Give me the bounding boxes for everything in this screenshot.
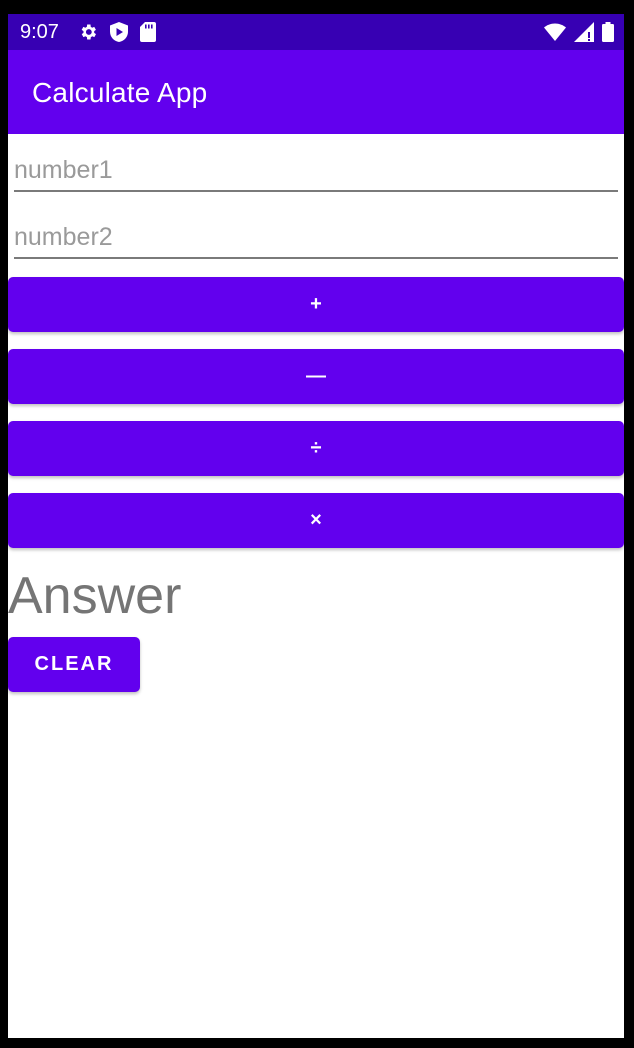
status-time: 9:07 xyxy=(20,21,59,43)
number1-input[interactable] xyxy=(14,150,618,192)
cellular-signal-icon xyxy=(574,22,594,42)
battery-icon xyxy=(602,22,614,42)
multiply-button[interactable]: × xyxy=(8,493,624,548)
app-bar: Calculate App xyxy=(8,50,624,134)
divide-button-label: ÷ xyxy=(310,437,322,459)
sd-card-icon xyxy=(140,22,156,42)
clear-button-label: CLEAR xyxy=(34,653,114,675)
add-button-label: + xyxy=(310,293,322,315)
gear-icon xyxy=(78,22,98,42)
shield-play-icon xyxy=(110,22,128,42)
subtract-button-label: — xyxy=(306,365,326,387)
app-title: Calculate App xyxy=(32,77,208,108)
add-button[interactable]: + xyxy=(8,277,624,332)
status-icons-right xyxy=(544,22,614,42)
subtract-button[interactable]: — xyxy=(8,349,624,404)
wifi-icon xyxy=(544,22,566,42)
clear-button[interactable]: CLEAR xyxy=(8,637,140,692)
app-screen: 9:07 Calculate App number1 number2 + — ÷… xyxy=(8,14,624,1038)
multiply-button-label: × xyxy=(310,509,322,531)
answer-text: Answer xyxy=(8,567,182,625)
status-icons-left xyxy=(78,22,156,42)
number2-input[interactable] xyxy=(14,217,618,259)
status-bar: 9:07 xyxy=(8,14,624,50)
divide-button[interactable]: ÷ xyxy=(8,421,624,476)
